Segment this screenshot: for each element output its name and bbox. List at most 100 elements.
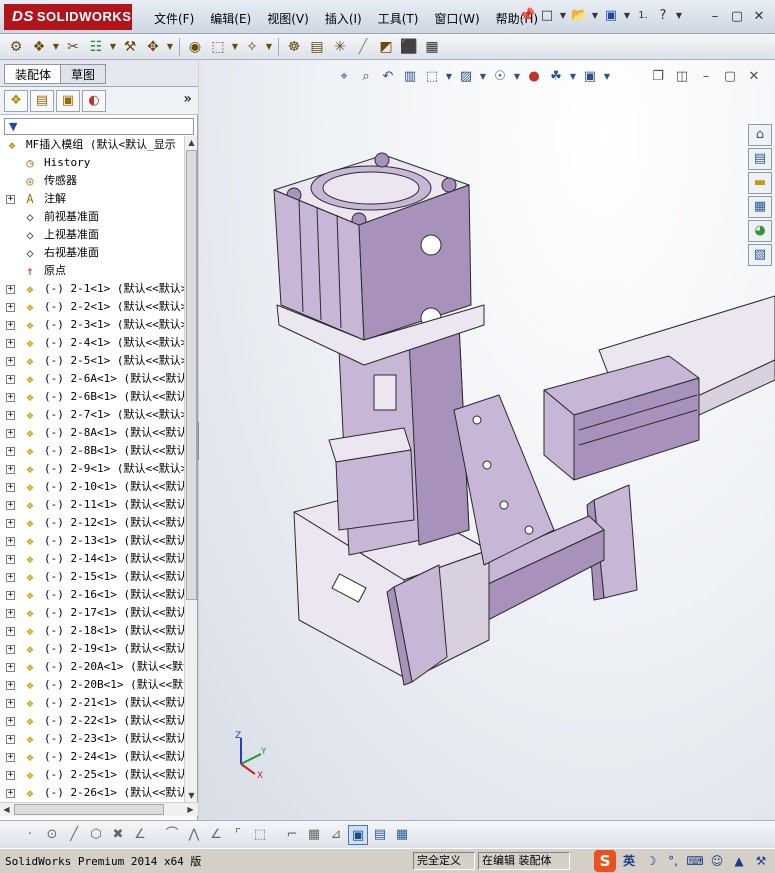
save-icon[interactable]: ▣: [603, 8, 619, 24]
tree-item-plane[interactable]: ◇ 上视基准面: [0, 226, 184, 244]
polygon-icon[interactable]: ⬡: [86, 825, 106, 845]
tree-item-component[interactable]: + ❖ (-) 2-8B<1> (默认<<默认: [0, 442, 184, 460]
solidworks-logo[interactable]: DS SOLIDWORKS: [4, 4, 132, 30]
close-icon[interactable]: ✕: [745, 68, 763, 86]
chevron-down-icon[interactable]: ▼: [52, 37, 60, 57]
scroll-up-icon[interactable]: ▲: [185, 136, 198, 149]
panel-toggle-icon[interactable]: ▤: [370, 825, 390, 845]
maximize-icon[interactable]: ▢: [721, 68, 739, 86]
minimize-icon[interactable]: –: [706, 9, 724, 25]
close-icon[interactable]: ✕: [750, 9, 768, 25]
tree-item-component[interactable]: + ❖ (-) 2-11<1> (默认<<默认: [0, 496, 184, 514]
design-library-icon[interactable]: ▤: [748, 148, 772, 170]
corner-rectangle-icon[interactable]: ⌜: [228, 825, 248, 845]
ime-language-toggle[interactable]: 英: [620, 852, 638, 870]
tree-vertical-scrollbar[interactable]: ▲ ▼: [184, 136, 197, 802]
menu-item-0[interactable]: 文件(F): [146, 10, 202, 27]
scroll-left-icon[interactable]: ◀: [0, 803, 13, 816]
tree-item-component[interactable]: + ❖ (-) 2-7<1> (默认<<默认>: [0, 406, 184, 424]
view-settings-icon[interactable]: ▣: [581, 68, 599, 86]
tree-item-sensor[interactable]: ◎ 传感器: [0, 172, 184, 190]
reference-geometry-icon[interactable]: ✧: [242, 37, 262, 57]
tree-item-plane[interactable]: ◇ 前视基准面: [0, 208, 184, 226]
tree-item-component[interactable]: + ❖ (-) 2-19<1> (默认<<默认: [0, 640, 184, 658]
tree-item-component[interactable]: + ❖ (-) 2-20A<1> (默认<<默认: [0, 658, 184, 676]
expand-toggle[interactable]: +: [6, 717, 15, 726]
section-view-icon[interactable]: ▥: [401, 68, 419, 86]
expand-toggle[interactable]: +: [6, 303, 15, 312]
expand-toggle[interactable]: +: [6, 339, 15, 348]
chevron-down-icon[interactable]: ▼: [603, 68, 611, 86]
chevron-down-icon[interactable]: ▼: [231, 37, 239, 57]
scroll-right-icon[interactable]: ▶: [184, 803, 197, 816]
smart-dimension-icon[interactable]: ⌐: [282, 825, 302, 845]
chevron-down-icon[interactable]: ▼: [675, 8, 683, 24]
more-tabs-icon[interactable]: »: [183, 91, 192, 107]
expand-toggle[interactable]: +: [6, 519, 15, 528]
expand-toggle[interactable]: +: [6, 753, 15, 762]
expand-toggle[interactable]: +: [6, 447, 15, 456]
expand-toggle[interactable]: +: [6, 195, 15, 204]
expand-toggle[interactable]: +: [6, 681, 15, 690]
tree-item-component[interactable]: + ❖ (-) 2-13<1> (默认<<默认: [0, 532, 184, 550]
expand-toggle[interactable]: +: [6, 537, 15, 546]
arc-icon[interactable]: ⌒: [162, 825, 182, 845]
expand-toggle[interactable]: +: [6, 771, 15, 780]
tree-item-origin[interactable]: ↑ 原点: [0, 262, 184, 280]
view-palette-icon[interactable]: ▦: [748, 196, 772, 218]
assembly-features-icon[interactable]: ⬚: [208, 37, 228, 57]
skin-icon[interactable]: ▲: [730, 852, 748, 870]
tree-item-component[interactable]: + ❖ (-) 2-25<1> (默认<<默认: [0, 766, 184, 784]
filter-icon[interactable]: ▼: [9, 120, 17, 133]
hide-show-items-icon[interactable]: ☉: [491, 68, 509, 86]
tree-item-component[interactable]: + ❖ (-) 2-10<1> (默认<<默认: [0, 478, 184, 496]
feature-manager-icon[interactable]: ❖: [4, 89, 28, 112]
expand-toggle[interactable]: +: [6, 699, 15, 708]
tab-assembly[interactable]: 装配体: [4, 64, 63, 84]
tree-item-component[interactable]: + ❖ (-) 2-26<1> (默认<<默认: [0, 784, 184, 802]
tree-item-component[interactable]: + ❖ (-) 2-23<1> (默认<<默认: [0, 730, 184, 748]
appearances-icon[interactable]: ◕: [748, 220, 772, 242]
expand-toggle[interactable]: +: [6, 627, 15, 636]
pin-icon[interactable]: 📌: [519, 8, 535, 24]
display-style-icon[interactable]: ▨: [457, 68, 475, 86]
chevron-down-icon[interactable]: ▼: [109, 37, 117, 57]
menu-item-3[interactable]: 插入(I): [317, 10, 370, 27]
chevron-down-icon[interactable]: ▼: [591, 8, 599, 24]
sogou-ime-icon[interactable]: S: [594, 850, 616, 872]
expand-toggle[interactable]: +: [6, 573, 15, 582]
tree-item-component[interactable]: + ❖ (-) 2-15<1> (默认<<默认: [0, 568, 184, 586]
mate-icon[interactable]: ✂: [63, 37, 83, 57]
tree-item-component[interactable]: + ❖ (-) 2-22<1> (默认<<默认: [0, 712, 184, 730]
scroll-thumb[interactable]: [186, 150, 197, 600]
expand-toggle[interactable]: +: [6, 285, 15, 294]
expand-toggle[interactable]: +: [6, 663, 15, 672]
scroll-down-icon[interactable]: ▼: [185, 789, 198, 802]
insert-components-icon[interactable]: ❖: [29, 37, 49, 57]
expand-toggle[interactable]: +: [6, 357, 15, 366]
grid-icon[interactable]: ▦: [304, 825, 324, 845]
restore-icon[interactable]: ❐: [649, 68, 667, 86]
tree-item-component[interactable]: + ❖ (-) 2-12<1> (默认<<默认: [0, 514, 184, 532]
offset-icon[interactable]: ∠: [206, 825, 226, 845]
chevron-down-icon[interactable]: ▼: [265, 37, 273, 57]
menu-item-1[interactable]: 编辑(E): [202, 10, 259, 27]
explode-line-sketch-icon[interactable]: ╱: [353, 37, 373, 57]
tree-root-assembly[interactable]: ❖ MF插入模组 (默认<默认_显示: [0, 136, 184, 154]
tree-item-component[interactable]: + ❖ (-) 2-18<1> (默认<<默认: [0, 622, 184, 640]
tree-item-component[interactable]: + ❖ (-) 2-16<1> (默认<<默认: [0, 586, 184, 604]
tree-item-component[interactable]: + ❖ (-) 2-4<1> (默认<<默认>: [0, 334, 184, 352]
chevron-down-icon[interactable]: ▼: [623, 8, 631, 24]
tree-item-component[interactable]: + ❖ (-) 2-6A<1> (默认<<默认: [0, 370, 184, 388]
chevron-down-icon[interactable]: ▼: [479, 68, 487, 86]
expand-toggle[interactable]: +: [6, 375, 15, 384]
edit-component-icon[interactable]: ⚙: [6, 37, 26, 57]
tree-item-component[interactable]: + ❖ (-) 2-3<1> (默认<<默认>: [0, 316, 184, 334]
keyboard-icon[interactable]: ⌨: [686, 852, 704, 870]
tile-icon[interactable]: ◫: [673, 68, 691, 86]
scroll-thumb[interactable]: [14, 804, 164, 815]
display-manager-icon[interactable]: ◐: [82, 89, 106, 112]
relations-icon[interactable]: ⊿: [326, 825, 346, 845]
tree-item-component[interactable]: + ❖ (-) 2-9<1> (默认<<默认>: [0, 460, 184, 478]
expand-toggle[interactable]: +: [6, 591, 15, 600]
